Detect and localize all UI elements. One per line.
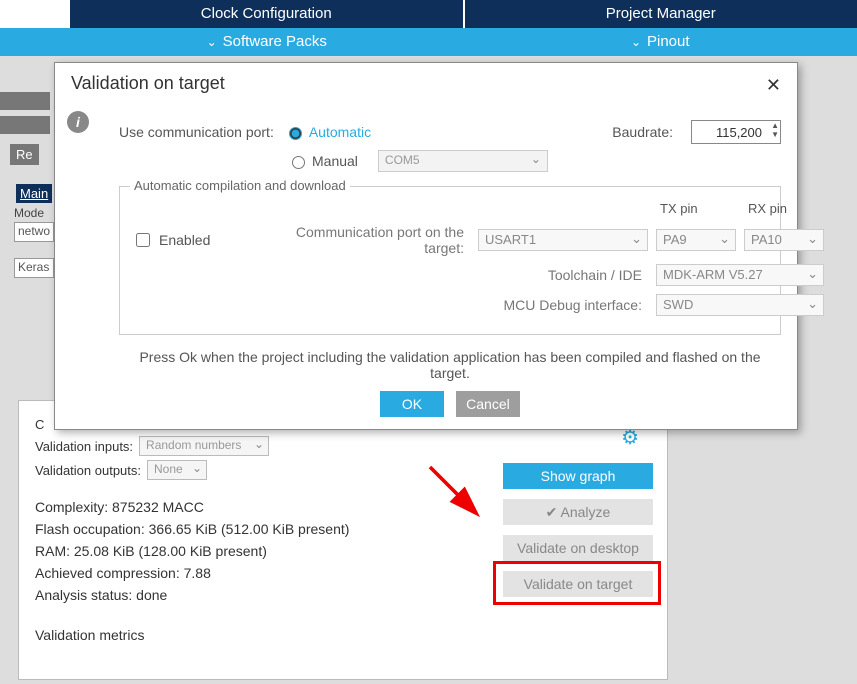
bg-re-button[interactable]: Re: [10, 144, 39, 165]
top-tab-clock[interactable]: Clock Configuration: [70, 0, 465, 28]
sub-tab-pinout[interactable]: ⌄Pinout: [464, 28, 857, 56]
sub-tabs: ⌄Software Packs ⌄Pinout: [0, 28, 857, 56]
txpin-select[interactable]: PA9: [656, 229, 736, 251]
toolchain-select[interactable]: MDK-ARM V5.27: [656, 264, 824, 286]
validation-on-target-dialog: Validation on target ✕ i Use communicati…: [54, 62, 798, 430]
bg-keras-field[interactable]: Keras: [14, 258, 54, 278]
close-icon[interactable]: ✕: [766, 75, 781, 96]
chevron-down-icon: ⌄: [631, 35, 641, 49]
validation-inputs-label: Validation inputs:: [35, 439, 133, 454]
top-tab-project[interactable]: Project Manager: [465, 0, 857, 28]
chevron-down-icon: ⌄: [207, 35, 217, 49]
bg-mode-label: Mode: [14, 206, 44, 220]
baudrate-label: Baudrate:: [612, 124, 673, 140]
radio-automatic[interactable]: Automatic: [284, 124, 371, 140]
validation-inputs-select[interactable]: Random numbers: [139, 436, 269, 456]
validation-outputs-label: Validation outputs:: [35, 463, 141, 478]
txpin-header: TX pin: [656, 201, 736, 216]
top-tabs: Clock Configuration Project Manager: [0, 0, 857, 28]
radio-manual[interactable]: Manual: [287, 153, 358, 169]
ok-button[interactable]: OK: [380, 391, 444, 417]
rxpin-header: RX pin: [744, 201, 824, 216]
validation-outputs-select[interactable]: None: [147, 460, 207, 480]
analyze-button[interactable]: ✔ Analyze: [503, 499, 653, 525]
manual-port-select[interactable]: COM5: [378, 150, 548, 172]
top-tab-blank[interactable]: [0, 0, 70, 28]
rxpin-select[interactable]: PA10: [744, 229, 824, 251]
c-label: C: [35, 417, 44, 432]
show-graph-button[interactable]: Show graph: [503, 463, 653, 489]
analysis-panel: C ⚙ Validation inputs: Random numbers Va…: [18, 400, 668, 680]
mcu-debug-select[interactable]: SWD: [656, 294, 824, 316]
comm-port-target-label: Communication port on the target:: [260, 224, 470, 256]
spinner-icon[interactable]: ▲▼: [771, 121, 779, 139]
fieldset-legend: Automatic compilation and download: [130, 178, 350, 193]
enabled-checkbox[interactable]: Enabled: [132, 230, 252, 250]
bg-network-field[interactable]: netwo: [14, 222, 54, 242]
sub-tab-packs[interactable]: ⌄Software Packs: [70, 28, 464, 56]
metrics-heading: Validation metrics: [35, 624, 651, 646]
sub-tab-blank: [0, 28, 70, 56]
toolchain-label: Toolchain / IDE: [260, 267, 648, 283]
check-icon: ✔: [546, 504, 561, 520]
cancel-button[interactable]: Cancel: [456, 391, 520, 417]
highlight-box: [493, 561, 661, 605]
bg-main-tab[interactable]: Main: [16, 184, 52, 203]
baudrate-input[interactable]: [691, 120, 781, 144]
mcu-debug-label: MCU Debug interface:: [260, 297, 648, 313]
validate-desktop-button[interactable]: Validate on desktop: [503, 535, 653, 561]
hint-text: Press Ok when the project including the …: [119, 349, 781, 381]
auto-compile-fieldset: Automatic compilation and download TX pi…: [119, 186, 781, 335]
comm-port-label: Use communication port:: [119, 124, 274, 140]
info-icon[interactable]: i: [67, 111, 89, 133]
usart-select[interactable]: USART1: [478, 229, 648, 251]
arrow-icon: [409, 461, 499, 521]
dialog-title: Validation on target: [71, 73, 781, 94]
